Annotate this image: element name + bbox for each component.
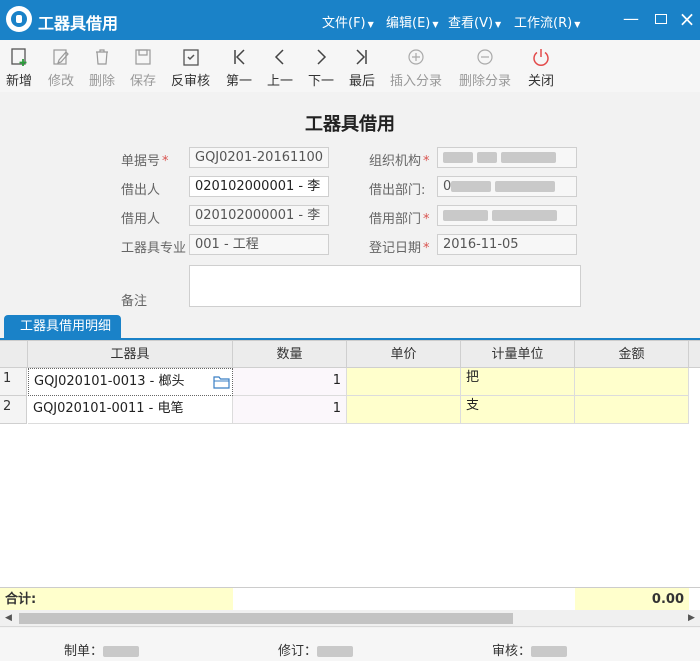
table-row-price-cell[interactable]	[347, 368, 461, 396]
caret-down-icon: ▼	[495, 20, 502, 29]
app-logo-icon	[6, 6, 32, 32]
specialty-label: 工器具专业	[121, 241, 187, 256]
column-header-unit[interactable]: 计量单位	[461, 341, 575, 368]
column-header-amount[interactable]: 金额	[575, 341, 689, 368]
table-row-unit-cell[interactable]: 支	[461, 396, 575, 424]
reg-date-label: 登记日期 *	[369, 241, 430, 256]
trash-icon	[96, 49, 108, 65]
org-field[interactable]	[437, 147, 577, 168]
last-button[interactable]: 最后	[349, 46, 375, 89]
total-amount: 0.00	[575, 588, 689, 611]
edit-button[interactable]: 修改	[48, 46, 74, 89]
borrow-dept-label: 借用部门 *	[369, 212, 430, 227]
unaudit-button[interactable]: 反审核	[171, 46, 210, 89]
maximize-button[interactable]	[650, 8, 672, 30]
first-record-icon	[234, 49, 245, 65]
lend-dept-label: 借出部门:	[369, 183, 426, 198]
title-bar: 工器具借用 文件(F) ▼ 编辑(E) ▼ 查看(V) ▼ 工作流(R) ▼ — ×	[0, 0, 700, 40]
insert-entry-button[interactable]: 插入分录	[390, 46, 442, 89]
column-header-price[interactable]: 单价	[347, 341, 461, 368]
horizontal-scrollbar[interactable]: ◀ ▶	[0, 610, 700, 627]
table-row-qty-cell[interactable]: 1	[233, 396, 347, 424]
scroll-right-icon[interactable]: ▶	[683, 610, 700, 627]
toolbar: 新增 修改 删除 保存 反审核 第一 上一 下一 最后 插入分录 删除分录 关闭	[0, 40, 700, 92]
revise-label: 修订：	[278, 640, 357, 659]
caret-down-icon: ▼	[574, 20, 581, 29]
column-header-qty[interactable]: 数量	[233, 341, 347, 368]
lend-dept-field[interactable]: 0	[437, 176, 577, 197]
close-button[interactable]: 关闭	[528, 46, 554, 89]
prev-button[interactable]: 上一	[267, 46, 293, 89]
org-label: 组织机构 *	[369, 154, 430, 169]
lender-field[interactable]: 020102000001 - 李	[189, 176, 329, 197]
save-button[interactable]: 保存	[130, 46, 156, 89]
table-row-tool-cell[interactable]: GQJ020101-0011 - 电笔	[28, 396, 233, 424]
row-number[interactable]: 2	[0, 396, 27, 424]
table-row-amount-cell[interactable]	[575, 396, 689, 424]
new-doc-icon	[11, 48, 27, 66]
minimize-icon: —	[623, 9, 639, 28]
audit-label: 审核：	[492, 640, 571, 659]
caret-down-icon: ▼	[367, 20, 374, 29]
save-icon	[135, 49, 151, 65]
column-header-filler	[689, 341, 700, 368]
menu-view[interactable]: 查看(V) ▼	[448, 12, 501, 31]
footer: 制单： 修订： 审核：	[0, 628, 700, 661]
pencil-icon	[53, 49, 69, 65]
first-button[interactable]: 第一	[226, 46, 252, 89]
specialty-field[interactable]: 001 - 工程	[189, 234, 329, 255]
chevron-right-icon	[317, 49, 327, 65]
row-number[interactable]: 1	[0, 368, 27, 396]
total-label: 合计:	[0, 588, 233, 611]
delete-entry-button[interactable]: 删除分录	[459, 46, 511, 89]
plus-circle-icon	[408, 49, 424, 65]
reg-date-field[interactable]: 2016-11-05	[437, 234, 577, 255]
doc-no-field[interactable]: GQJ0201-20161100	[189, 147, 329, 168]
caret-down-icon: ▼	[432, 20, 439, 29]
total-blank	[233, 588, 575, 611]
table-row-unit-cell[interactable]: 把	[461, 368, 575, 396]
window-title: 工器具借用	[38, 14, 119, 33]
remark-label: 备注	[121, 294, 148, 309]
remark-textarea[interactable]	[189, 265, 581, 307]
form-heading: 工器具借用	[305, 114, 395, 135]
table-row-price-cell[interactable]	[347, 396, 461, 424]
power-icon	[533, 49, 549, 66]
column-header-tool[interactable]: 工器具	[28, 341, 233, 368]
scrollbar-thumb[interactable]	[19, 613, 513, 624]
table-row-tool-cell[interactable]: GQJ020101-0013 - 榔头	[28, 368, 233, 396]
menu-edit[interactable]: 编辑(E) ▼	[386, 12, 439, 31]
lender-label: 借出人	[121, 183, 161, 198]
table-row-amount-cell[interactable]	[575, 368, 689, 396]
delete-button[interactable]: 删除	[89, 46, 115, 89]
total-row: 合计: 0.00	[0, 587, 700, 611]
close-icon: ×	[678, 7, 696, 31]
minus-circle-icon	[477, 49, 493, 65]
maximize-icon	[655, 14, 667, 24]
borrower-field[interactable]: 020102000001 - 李	[189, 205, 329, 226]
next-button[interactable]: 下一	[308, 46, 334, 89]
close-window-button[interactable]: ×	[676, 8, 698, 30]
tab-detail[interactable]: 工器具借用明细	[4, 315, 122, 338]
detail-grid: 工器具 数量 单价 计量单位 金额 1 GQJ020101-0013 - 榔头 …	[0, 340, 700, 612]
borrower-label: 借用人	[121, 212, 161, 227]
folder-icon[interactable]	[213, 375, 230, 389]
menu-file[interactable]: 文件(F) ▼	[322, 12, 374, 31]
grid-corner	[0, 341, 28, 368]
doc-no-label: 单据号 *	[121, 154, 169, 169]
borrow-dept-field[interactable]	[437, 205, 577, 226]
chevron-left-icon	[274, 49, 284, 65]
new-button[interactable]: 新增	[6, 46, 32, 89]
minimize-button[interactable]: —	[620, 8, 642, 30]
scroll-left-icon[interactable]: ◀	[0, 610, 17, 627]
table-row-qty-cell[interactable]: 1	[233, 368, 347, 396]
menu-workflow[interactable]: 工作流(R) ▼	[514, 12, 580, 31]
clipboard-check-icon	[182, 49, 199, 66]
maker-label: 制单：	[64, 640, 143, 659]
last-record-icon	[356, 49, 367, 65]
